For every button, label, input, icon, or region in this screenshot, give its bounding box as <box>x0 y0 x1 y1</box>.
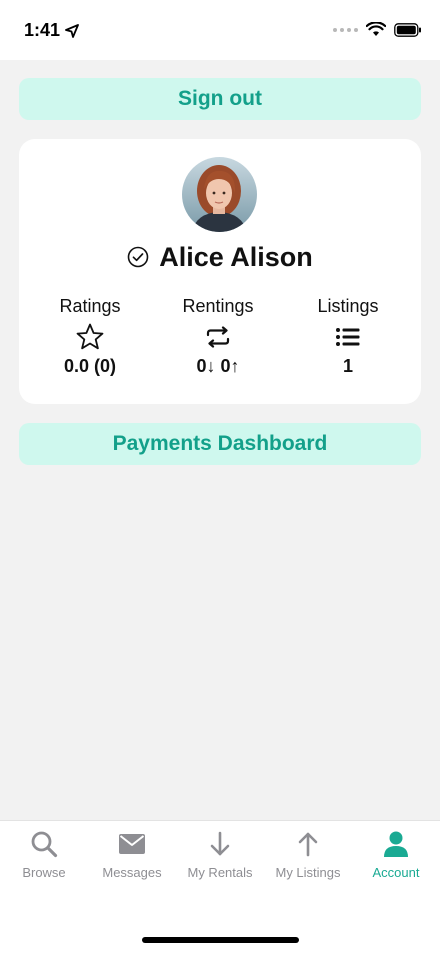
stat-listings-value: 1 <box>342 356 353 376</box>
repeat-icon <box>206 326 230 348</box>
tab-my-rentals[interactable]: My Rentals <box>176 829 264 889</box>
search-icon <box>31 831 58 858</box>
stat-ratings-value: 0.0 (0) <box>63 356 117 376</box>
stat-rentings-value: 0↓ 0↑ <box>196 356 240 376</box>
stat-rentings[interactable]: Rentings 0↓ 0↑ <box>153 295 283 377</box>
status-indicators <box>333 22 422 37</box>
tab-messages-label: Messages <box>102 865 162 880</box>
tab-my-listings[interactable]: My Listings <box>264 829 352 889</box>
tab-browse-label: Browse <box>22 865 66 880</box>
profile-name-row: Alice Alison <box>19 239 421 275</box>
list-icon <box>336 328 360 346</box>
tab-browse[interactable]: Browse <box>0 829 88 889</box>
arrow-up-icon <box>298 832 318 857</box>
payments-dashboard-button[interactable]: Payments Dashboard <box>19 423 421 465</box>
avatar-image <box>182 157 257 232</box>
person-icon <box>384 831 408 857</box>
location-arrow-icon <box>65 23 79 38</box>
cellular-signal-icon <box>333 27 358 32</box>
arrow-down-icon <box>210 831 230 856</box>
avatar[interactable] <box>182 157 257 232</box>
profile-card: Alice Alison Ratings 0.0 (0) Rentings 0↓… <box>19 139 421 404</box>
tab-my-rentals-label: My Rentals <box>187 865 253 880</box>
wifi-icon <box>366 22 386 36</box>
tab-my-listings-label: My Listings <box>275 865 341 880</box>
stat-ratings-label: Ratings <box>59 296 121 316</box>
verified-check-icon <box>127 246 149 268</box>
status-time-text: 1:41 <box>24 20 61 40</box>
stat-ratings[interactable]: Ratings 0.0 (0) <box>25 295 155 377</box>
tab-messages[interactable]: Messages <box>88 829 176 889</box>
home-indicator <box>142 937 299 943</box>
star-icon <box>76 323 104 350</box>
stat-listings[interactable]: Listings 1 <box>283 295 413 377</box>
stat-listings-label: Listings <box>317 296 379 316</box>
mail-icon <box>119 834 145 854</box>
battery-icon <box>394 22 421 37</box>
tab-account-label: Account <box>372 865 420 880</box>
sign-out-button[interactable]: Sign out <box>19 78 421 120</box>
profile-name: Alice Alison <box>159 241 313 272</box>
tab-account[interactable]: Account <box>352 829 440 889</box>
status-bar: 1:41 <box>0 0 440 60</box>
tab-bar: Browse Messages My Rentals My Listings A… <box>0 820 440 953</box>
status-time: 1:41 <box>24 20 79 41</box>
stat-rentings-label: Rentings <box>182 296 254 316</box>
